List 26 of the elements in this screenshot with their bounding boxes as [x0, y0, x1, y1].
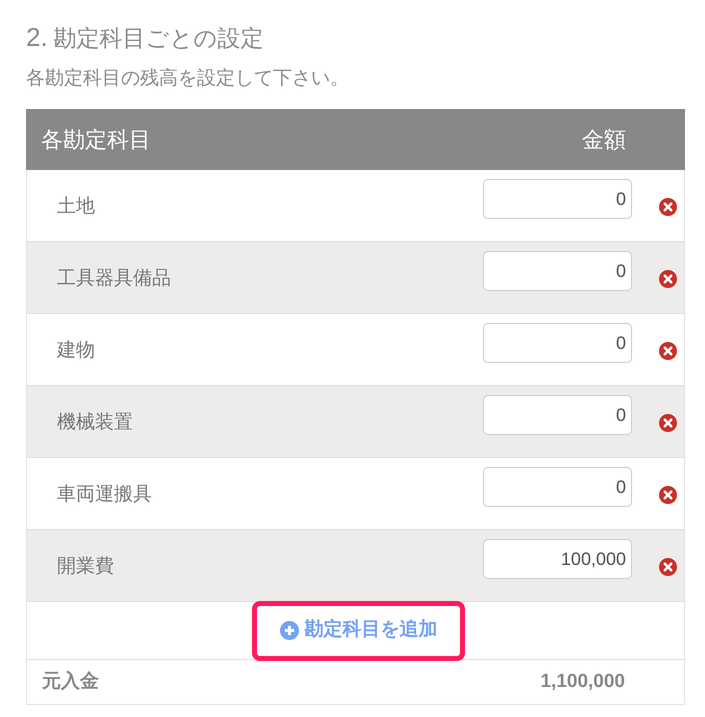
delete-icon[interactable]	[659, 342, 677, 360]
column-header: 各勘定科目	[41, 126, 152, 154]
amount-input[interactable]: 100,000	[483, 539, 632, 579]
account-name: 機械装置	[57, 410, 134, 434]
delete-icon[interactable]	[659, 414, 677, 432]
section-number: 2.	[26, 22, 48, 52]
section-title: 勘定科目ごとの設定	[54, 24, 264, 53]
delete-icon[interactable]	[659, 270, 677, 288]
amount-input[interactable]: 0	[483, 395, 632, 435]
account-name: 工具器具備品	[57, 266, 172, 290]
delete-icon[interactable]	[659, 486, 677, 504]
delete-icon[interactable]	[659, 198, 677, 216]
amount-input[interactable]: 0	[483, 323, 632, 363]
account-name: 土地	[57, 194, 96, 218]
plus-circle-icon	[280, 621, 298, 640]
amount-input[interactable]: 0	[483, 467, 632, 507]
delete-icon[interactable]	[659, 558, 677, 576]
column-header: 金額	[582, 126, 626, 154]
account-name: 建物	[57, 338, 96, 362]
amount-input[interactable]: 0	[483, 179, 632, 219]
amount-input[interactable]: 0	[483, 251, 632, 291]
total-label: 元入金	[42, 670, 100, 694]
total-amount: 1,100,000	[540, 670, 625, 694]
section-description: 各勘定科目の残高を設定して下さい。	[26, 67, 349, 91]
account-name: 開業費	[57, 554, 115, 578]
account-name: 車両運搬具	[57, 482, 153, 506]
